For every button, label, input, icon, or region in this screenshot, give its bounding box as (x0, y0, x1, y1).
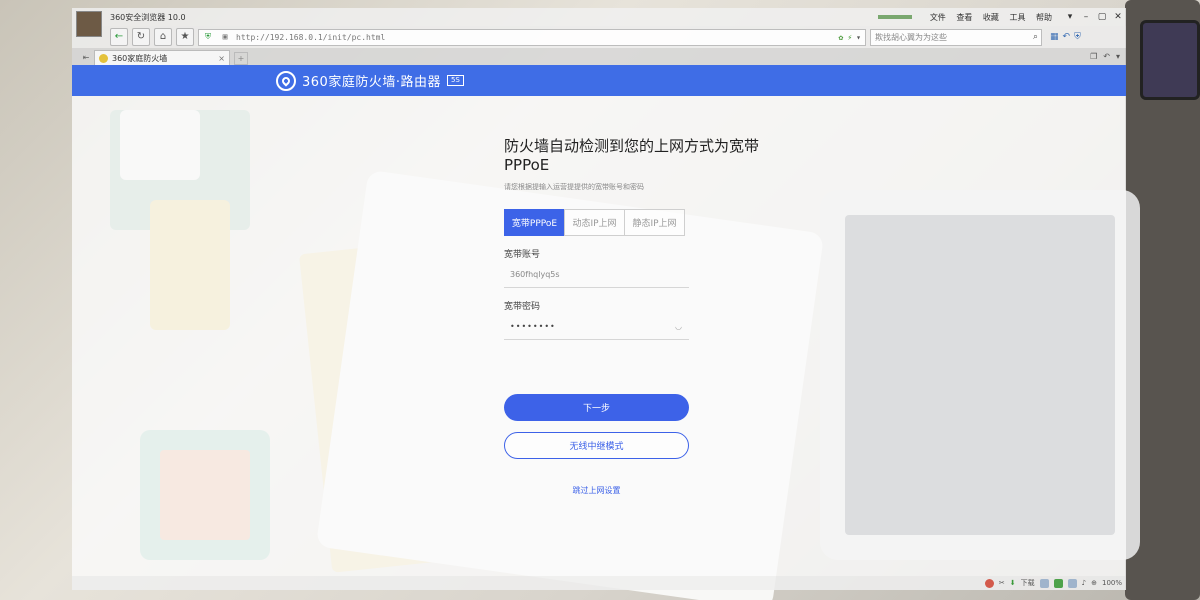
title-bar: 360安全浏览器 10.0 文件 查看 收藏 工具 帮助 ▾ – ▢ ✕ (72, 8, 1126, 37)
menu-help[interactable]: 帮助 (1036, 13, 1052, 22)
password-label: 宽带密码 (504, 302, 541, 312)
restore-tab-icon[interactable]: ↶ (1103, 52, 1110, 61)
address-tools: ✿ ⚡ ▾ (839, 33, 865, 42)
apps-icon[interactable]: ▦ (1050, 32, 1059, 42)
window-title: 360安全浏览器 10.0 (110, 12, 186, 22)
url-text: http://192.168.0.1/init/pc.html (236, 32, 386, 42)
tab-bar-tools: ❐ ↶ ▾ (1090, 48, 1126, 65)
account-label: 宽带账号 (504, 250, 541, 260)
gear-icon[interactable]: ✿ (839, 33, 844, 42)
memory-indicator (877, 15, 912, 19)
menu-favorites[interactable]: 收藏 (983, 13, 999, 22)
password-value: •••••••• (510, 322, 556, 331)
tab-favicon-icon (99, 53, 108, 63)
page-icon: ▣ (222, 32, 228, 41)
search-placeholder: 欺找胡心翼为为这些 (875, 32, 947, 42)
maximize-button[interactable]: ▢ (1094, 12, 1110, 22)
undo-icon[interactable]: ↶ (1063, 32, 1071, 42)
bg-phone (1140, 20, 1200, 100)
eye-icon[interactable]: ◡ (675, 322, 683, 331)
minimize-button[interactable]: – (1078, 12, 1094, 22)
sound-icon[interactable]: ♪ (1082, 579, 1086, 587)
back-button[interactable]: ← (110, 28, 128, 46)
zoom-icon[interactable]: ⊕ (1091, 579, 1097, 587)
security-icon[interactable]: ⛨ (1074, 32, 1081, 42)
tab-bar: ⇤ 360家庭防火墙 × + ❐ ↶ ▾ (72, 48, 1126, 65)
nav-toolbar: ← ↻ ⌂ ★ ⛨ ▣ http://192.168.0.1/init/pc.h… (72, 26, 1126, 48)
accelerate-icon[interactable] (1053, 578, 1063, 588)
zoom-level[interactable]: 100% (1102, 579, 1122, 587)
tab-static-ip[interactable]: 静态IP上网 (624, 209, 685, 236)
refresh-button[interactable]: ↻ (132, 28, 150, 46)
setup-form: 防火墙自动检测到您的上网方式为宽带PPPoE 请您根据提输入运营提提供的宽带账号… (504, 135, 804, 495)
shield-icon: ⛨ (205, 32, 211, 41)
title-right: 文件 查看 收藏 工具 帮助 ▾ – ▢ ✕ (877, 8, 1126, 26)
new-tab-button[interactable]: + (234, 52, 248, 65)
brand-name: 360家庭防火墙·路由器 (302, 75, 441, 90)
menu-view[interactable]: 查看 (956, 13, 972, 22)
chevron-down-icon[interactable]: ▾ (856, 33, 861, 42)
tab-dhcp[interactable]: 动态IP上网 (564, 209, 625, 236)
360-logo-icon (276, 70, 296, 91)
sidebar-toggle-icon[interactable]: ⇤ (78, 51, 94, 65)
tab-list-icon[interactable]: ❐ (1090, 52, 1097, 61)
account-value: 360fhqlyq5s (510, 270, 560, 279)
skin-button[interactable]: ▾ (1062, 12, 1078, 22)
status-bar: ✂ ⬇ 下载 ♪ ⊕ 100% (72, 576, 1126, 590)
close-window-button[interactable]: ✕ (1110, 12, 1126, 22)
repeater-mode-button[interactable]: 无线中继模式 (504, 432, 689, 459)
browser-avatar[interactable] (76, 11, 102, 37)
page-title: 防火墙自动检测到您的上网方式为宽带PPPoE (504, 137, 760, 174)
tab-pppoe[interactable]: 宽带PPPoE (504, 209, 565, 236)
page-subtitle: 请您根据提输入运营提提供的宽带账号和密码 (504, 183, 644, 191)
tab-close-icon[interactable]: × (218, 54, 225, 63)
skip-setup-link[interactable]: 跳过上网设置 (504, 485, 689, 496)
favorite-button[interactable]: ★ (176, 28, 194, 46)
next-button[interactable]: 下一步 (504, 394, 689, 421)
tools-icon[interactable]: ✂ (999, 579, 1005, 587)
router-banner: 360家庭防火墙·路由器 5S (72, 65, 1126, 96)
ie-icon[interactable] (1039, 578, 1049, 588)
tab-360-firewall[interactable]: 360家庭防火墙 × (94, 50, 230, 65)
browser-window: 360安全浏览器 10.0 文件 查看 收藏 工具 帮助 ▾ – ▢ ✕ ← ↻… (72, 8, 1126, 590)
tab-label: 360家庭防火墙 (112, 53, 168, 63)
lightning-icon[interactable]: ⚡ (847, 33, 852, 42)
menu-tools[interactable]: 工具 (1009, 13, 1025, 22)
model-badge: 5S (446, 75, 464, 86)
download-label[interactable]: 下载 (1021, 578, 1035, 588)
search-input[interactable]: 欺找胡心翼为为这些 ⌕ (870, 28, 1042, 46)
chevron-down-icon[interactable]: ▾ (1116, 52, 1120, 61)
download-icon[interactable]: ⬇ (1010, 579, 1016, 587)
search-icon[interactable]: ⌕ (1033, 32, 1038, 42)
connection-mode-tabs: 宽带PPPoE 动态IP上网 静态IP上网 (504, 209, 804, 236)
menu-file[interactable]: 文件 (930, 13, 946, 22)
toolbar-extensions: ▦ ↶ ⛨ (1050, 32, 1081, 42)
address-bar[interactable]: ⛨ ▣ http://192.168.0.1/init/pc.html ✿ ⚡ … (198, 28, 866, 46)
screenshot-icon[interactable] (1067, 578, 1077, 588)
page-content: 360家庭防火墙·路由器 5S 防火墙自动检测到您的上网方式为宽带PPPoE 请… (72, 65, 1126, 576)
home-button[interactable]: ⌂ (154, 28, 172, 46)
record-icon[interactable] (984, 578, 994, 588)
password-input[interactable]: •••••••• ◡ (504, 314, 689, 340)
menu-bar: 文件 查看 收藏 工具 帮助 (922, 12, 1052, 23)
account-input[interactable]: 360fhqlyq5s (504, 262, 689, 288)
